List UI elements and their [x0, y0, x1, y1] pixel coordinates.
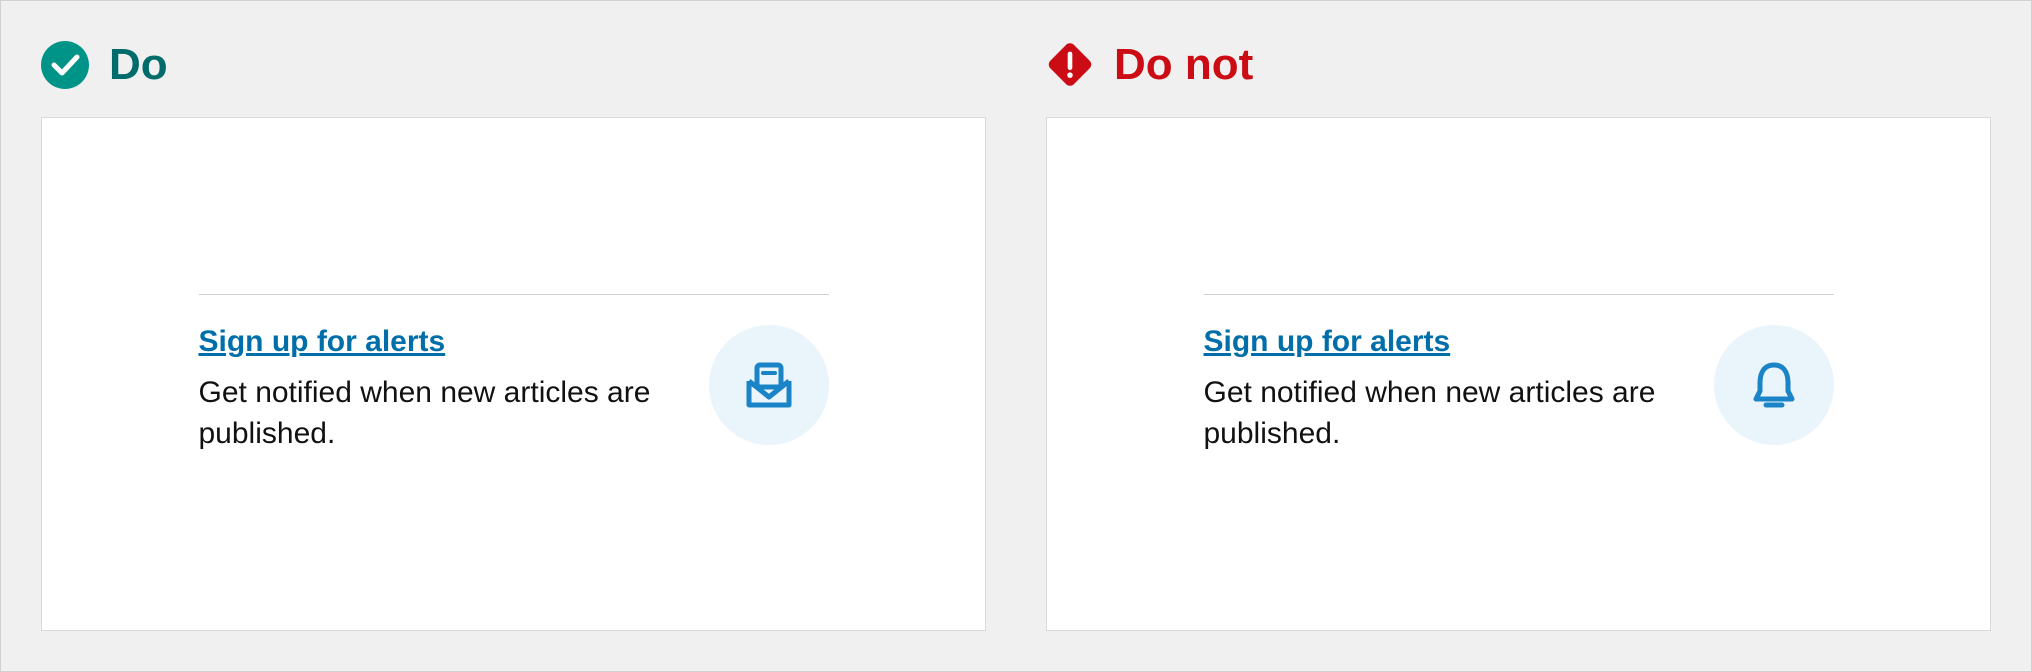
- donot-panel: Do not Sign up for alerts Get notified w…: [1046, 41, 1991, 631]
- do-card-description: Get notified when new articles are publi…: [199, 373, 679, 454]
- do-card-inner: Sign up for alerts Get notified when new…: [199, 294, 829, 454]
- donot-card-text: Sign up for alerts Get notified when new…: [1204, 325, 1684, 454]
- check-circle-icon: [41, 41, 89, 89]
- signup-alerts-link[interactable]: Sign up for alerts: [1204, 325, 1451, 359]
- donot-header: Do not: [1046, 41, 1991, 89]
- donot-title: Do not: [1114, 43, 1253, 87]
- signup-alerts-link[interactable]: Sign up for alerts: [199, 325, 446, 359]
- donot-card-description: Get notified when new articles are publi…: [1204, 373, 1684, 454]
- do-panel: Do Sign up for alerts Get notified when …: [41, 41, 986, 631]
- warning-diamond-icon: [1046, 41, 1094, 89]
- envelope-open-icon: [709, 325, 829, 445]
- donot-card-inner: Sign up for alerts Get notified when new…: [1204, 294, 1834, 454]
- bell-icon: [1714, 325, 1834, 445]
- do-header: Do: [41, 41, 986, 89]
- do-title: Do: [109, 43, 168, 87]
- do-card-text: Sign up for alerts Get notified when new…: [199, 325, 679, 454]
- do-example-card: Sign up for alerts Get notified when new…: [41, 117, 986, 631]
- donot-example-card: Sign up for alerts Get notified when new…: [1046, 117, 1991, 631]
- guidance-container: Do Sign up for alerts Get notified when …: [0, 0, 2032, 672]
